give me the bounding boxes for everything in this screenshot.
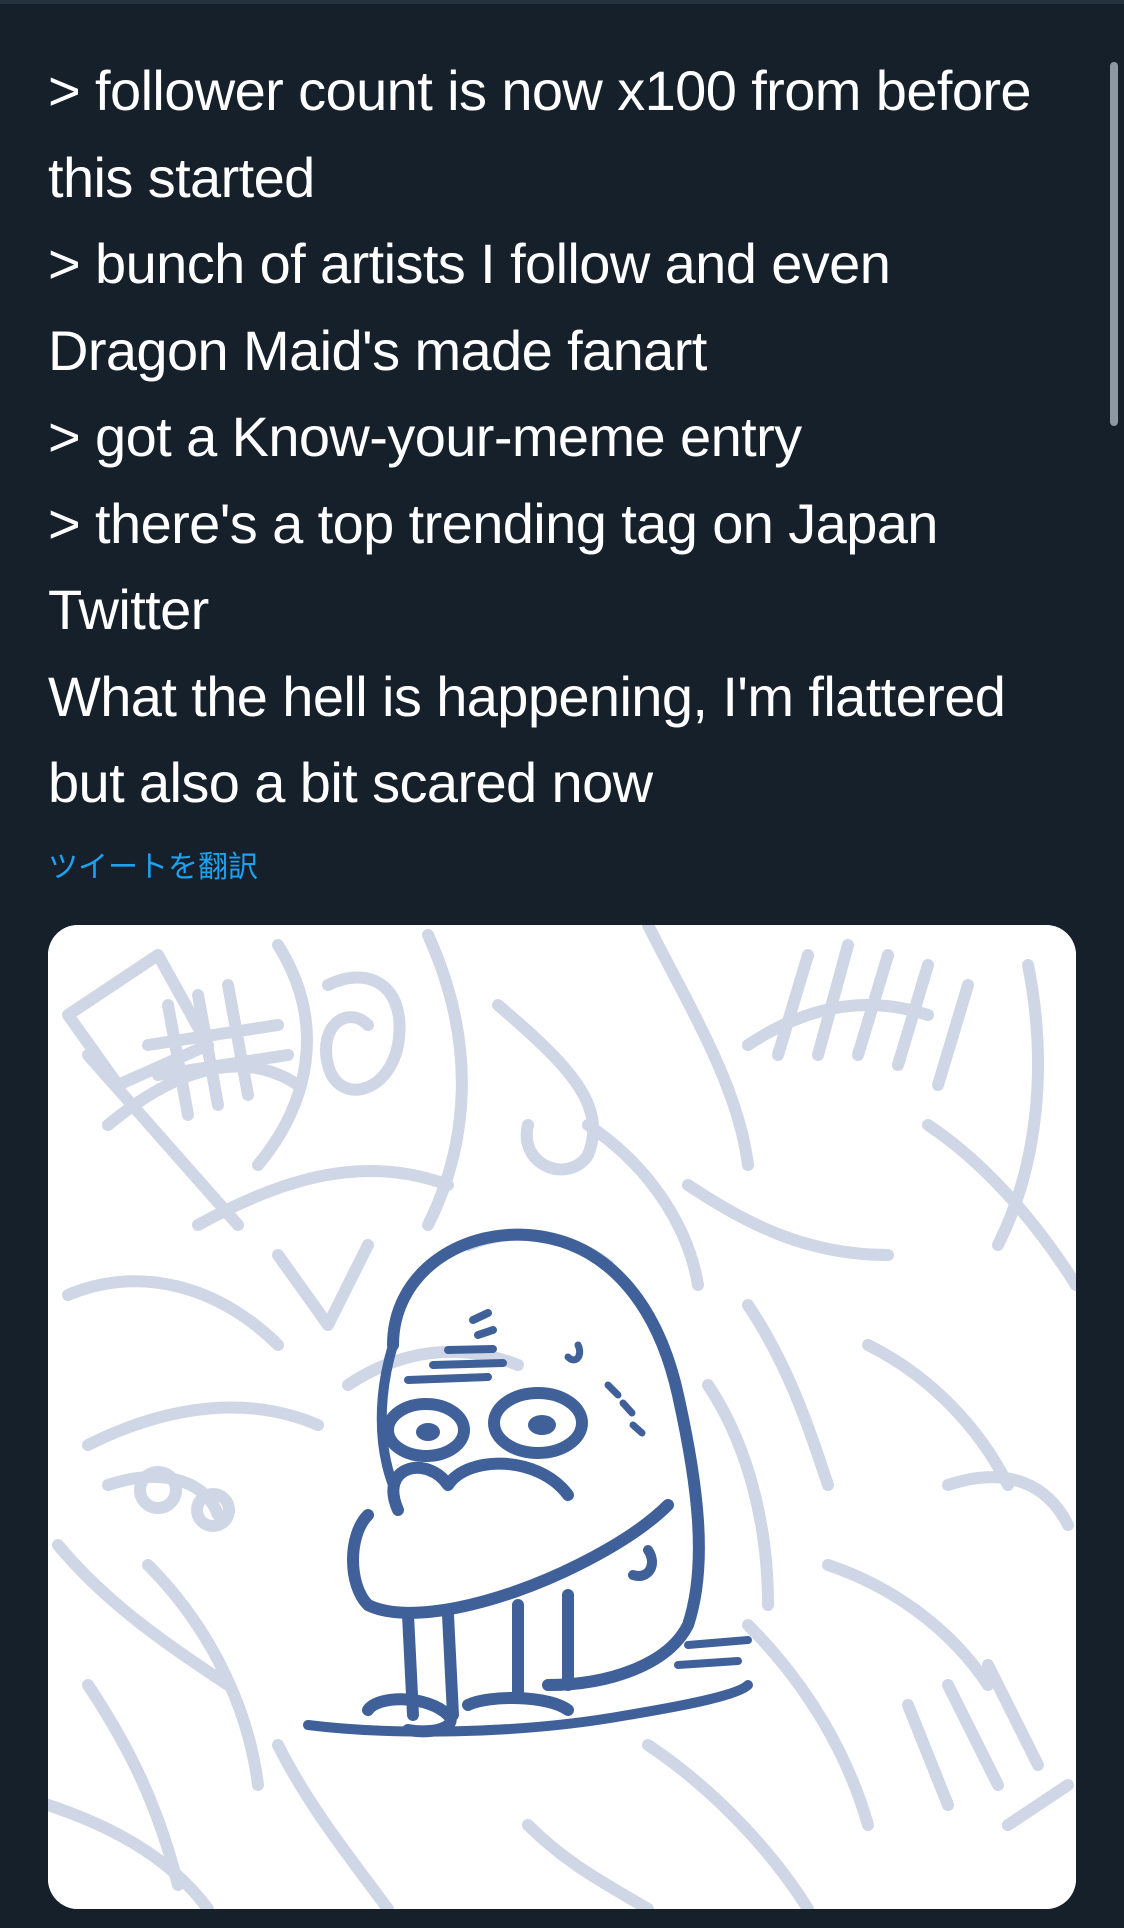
tweet-line: but also a bit scared now (48, 751, 653, 814)
tweet-media-image[interactable] (48, 925, 1076, 1909)
tweet-line: > got a Know-your-meme entry (48, 405, 802, 468)
scared-figure-illustration (48, 925, 1076, 1909)
tweet-line: Dragon Maid's made fanart (48, 318, 707, 382)
bottom-divider (0, 1914, 1124, 1928)
translate-tweet-link[interactable]: ツイートを翻訳 (48, 848, 258, 888)
tweet-text: > follower count is now x100 from before… (48, 48, 1058, 827)
tweet-line: > follower count is now x100 from before (48, 59, 1032, 122)
tweet-line: > bunch of artists I follow and even (48, 232, 891, 295)
tweet-line: this started (48, 145, 315, 209)
tweet-line: > there's a top trending tag on Japan (48, 491, 938, 555)
tweet-line: Twitter (48, 578, 209, 641)
scrollbar-thumb[interactable] (1110, 62, 1118, 426)
top-divider (0, 0, 1124, 4)
tweet-line: What the hell is happening, I'm flattere… (48, 664, 1006, 728)
